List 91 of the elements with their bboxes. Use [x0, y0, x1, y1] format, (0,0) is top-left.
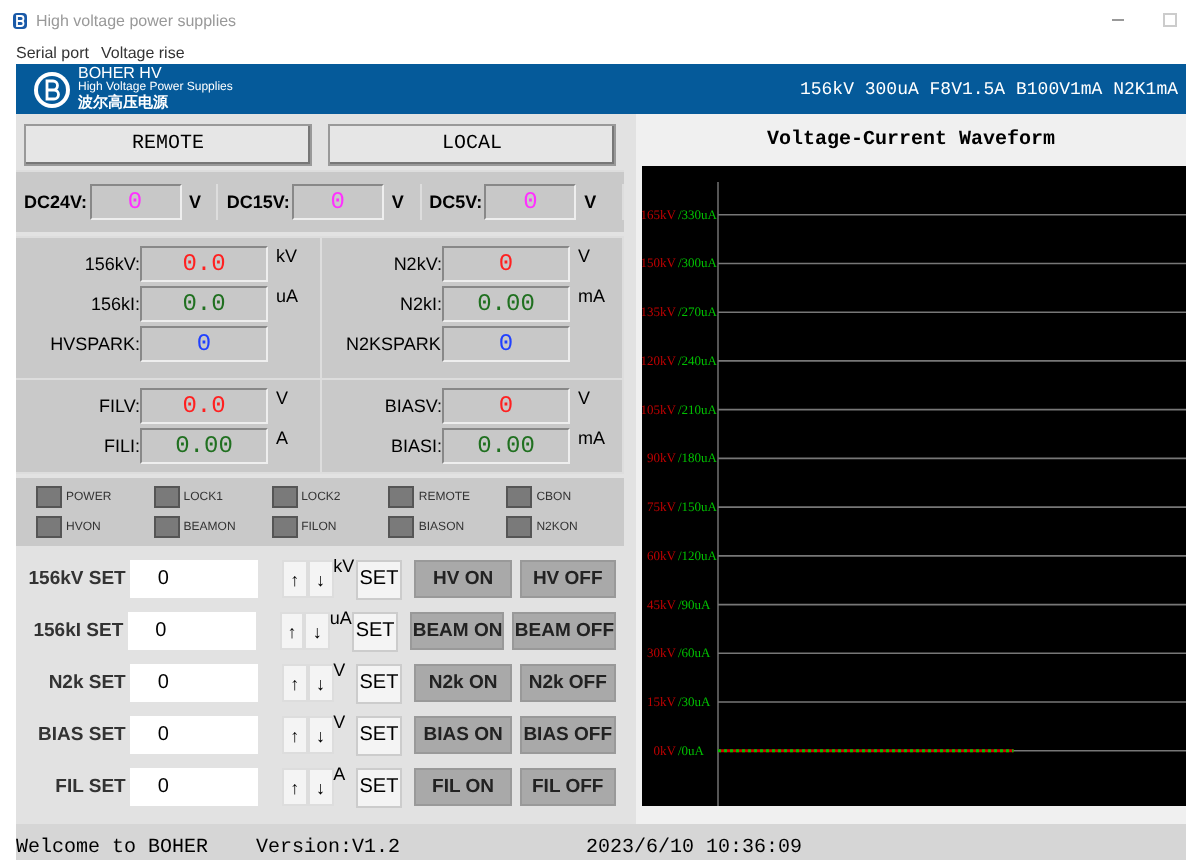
unit-label: kV	[274, 246, 300, 266]
status-text: 2023/6/10 10:36:09	[586, 838, 803, 860]
reading-display: 0.00	[442, 286, 570, 322]
status-text: Welcome to BOHER	[16, 838, 211, 860]
off-button[interactable]: N2k OFF	[519, 664, 617, 702]
mode-button[interactable]: REMOTE	[24, 124, 312, 166]
increase-button[interactable]: ↑	[281, 716, 308, 754]
reading-label: BIASV:	[382, 396, 442, 416]
setpoint-label: FIL SET	[53, 776, 128, 798]
set-button[interactable]: SET	[355, 663, 403, 703]
unit-label: A	[333, 764, 348, 784]
status-text: Version:V1.2	[256, 838, 403, 860]
brand-name: BOHER HV	[78, 65, 164, 81]
decrease-button[interactable]: ↓	[307, 664, 334, 702]
reading-display: 0	[442, 326, 570, 362]
unit-label: V	[274, 388, 291, 408]
unit-label: V	[576, 246, 593, 266]
unit-label: A	[274, 428, 291, 448]
unit-label: uA	[274, 286, 301, 306]
unit-label: mA	[576, 286, 607, 306]
set-button[interactable]: SET	[355, 715, 403, 755]
unit-label: V	[333, 660, 348, 680]
unit-label: uA	[329, 608, 352, 628]
on-button[interactable]: BIAS ON	[414, 716, 512, 754]
logo-icon	[32, 69, 72, 109]
reading-display: 0	[140, 326, 268, 362]
setpoint-field[interactable]: 0	[129, 664, 258, 702]
on-button[interactable]: FIL ON	[414, 768, 512, 806]
off-button[interactable]: BEAM OFF	[512, 612, 616, 650]
increase-button[interactable]: ↑	[281, 560, 308, 598]
unit-label: V	[333, 712, 348, 732]
setpoint-field[interactable]: 0	[127, 612, 256, 650]
set-button[interactable]: SET	[355, 767, 403, 807]
setpoint-label: BIAS SET	[36, 724, 128, 746]
reading-display: 0	[89, 184, 182, 220]
spec-text: 156kV 300uA F8V1.5A B100V1mA N2K1mA	[799, 79, 1178, 99]
unit-label: V	[582, 192, 597, 212]
decrease-button[interactable]: ↓	[304, 612, 330, 650]
set-button[interactable]: SET	[351, 611, 399, 651]
on-button[interactable]: BEAM ON	[410, 612, 505, 650]
reading-label: DC5V:	[429, 192, 483, 212]
reading-label: HVSPARK:	[48, 334, 140, 354]
decrease-button[interactable]: ↓	[307, 768, 334, 806]
setpoint-label: 156kV SET	[26, 568, 128, 590]
unit-label: mA	[576, 428, 607, 448]
on-button[interactable]: HV ON	[414, 560, 512, 598]
menu-item[interactable]: Voltage rise	[100, 43, 185, 61]
menu-item[interactable]: Serial port	[16, 43, 89, 61]
setpoint-label: 156kI SET	[31, 620, 126, 642]
increase-button[interactable]: ↑	[281, 768, 308, 806]
setpoint-field[interactable]: 0	[129, 560, 258, 598]
reading-display: 0.00	[140, 428, 268, 464]
reading-label: N2kV:	[391, 254, 442, 274]
reading-display: 0	[291, 184, 384, 220]
chart-title: Voltage-Current Waveform	[764, 127, 1058, 155]
reading-label: FILI:	[101, 436, 140, 456]
reading-label: BIASI:	[388, 436, 442, 456]
unit-label: V	[187, 192, 202, 212]
reading-label: DC24V:	[24, 192, 88, 212]
reading-label: 156kV:	[82, 254, 140, 274]
reading-label: N2kI:	[397, 294, 442, 314]
off-button[interactable]: BIAS OFF	[519, 716, 617, 754]
reading-label: 156kI:	[88, 294, 140, 314]
set-button[interactable]: SET	[355, 559, 403, 599]
on-button[interactable]: N2k ON	[414, 664, 512, 702]
unit-label: kV	[333, 556, 356, 576]
setpoint-label: N2k SET	[46, 672, 128, 694]
reading-label: FILV:	[96, 396, 140, 416]
off-button[interactable]: FIL OFF	[519, 768, 617, 806]
reading-display: 0	[442, 246, 570, 282]
reading-display: 0.0	[140, 286, 268, 322]
reading-display: 0.0	[140, 388, 268, 424]
reading-label: DC15V:	[226, 192, 290, 212]
unit-label: V	[576, 388, 593, 408]
reading-label: N2KSPARK:	[346, 334, 442, 354]
increase-button[interactable]: ↑	[281, 664, 308, 702]
unit-label: V	[389, 192, 404, 212]
increase-button[interactable]: ↑	[279, 612, 305, 650]
setpoint-field[interactable]: 0	[129, 716, 258, 754]
setpoint-field[interactable]: 0	[129, 768, 258, 806]
off-button[interactable]: HV OFF	[519, 560, 617, 598]
reading-display: 0	[442, 388, 570, 424]
maximize-icon[interactable]	[1162, 12, 1178, 28]
window-title: High voltage power supplies	[36, 11, 239, 29]
reading-display: 0.00	[442, 428, 570, 464]
decrease-button[interactable]: ↓	[307, 560, 334, 598]
mode-button[interactable]: LOCAL	[328, 124, 616, 166]
reading-display: 0	[484, 184, 577, 220]
app-icon	[12, 11, 28, 29]
reading-display: 0.0	[140, 246, 268, 282]
decrease-button[interactable]: ↓	[307, 716, 334, 754]
